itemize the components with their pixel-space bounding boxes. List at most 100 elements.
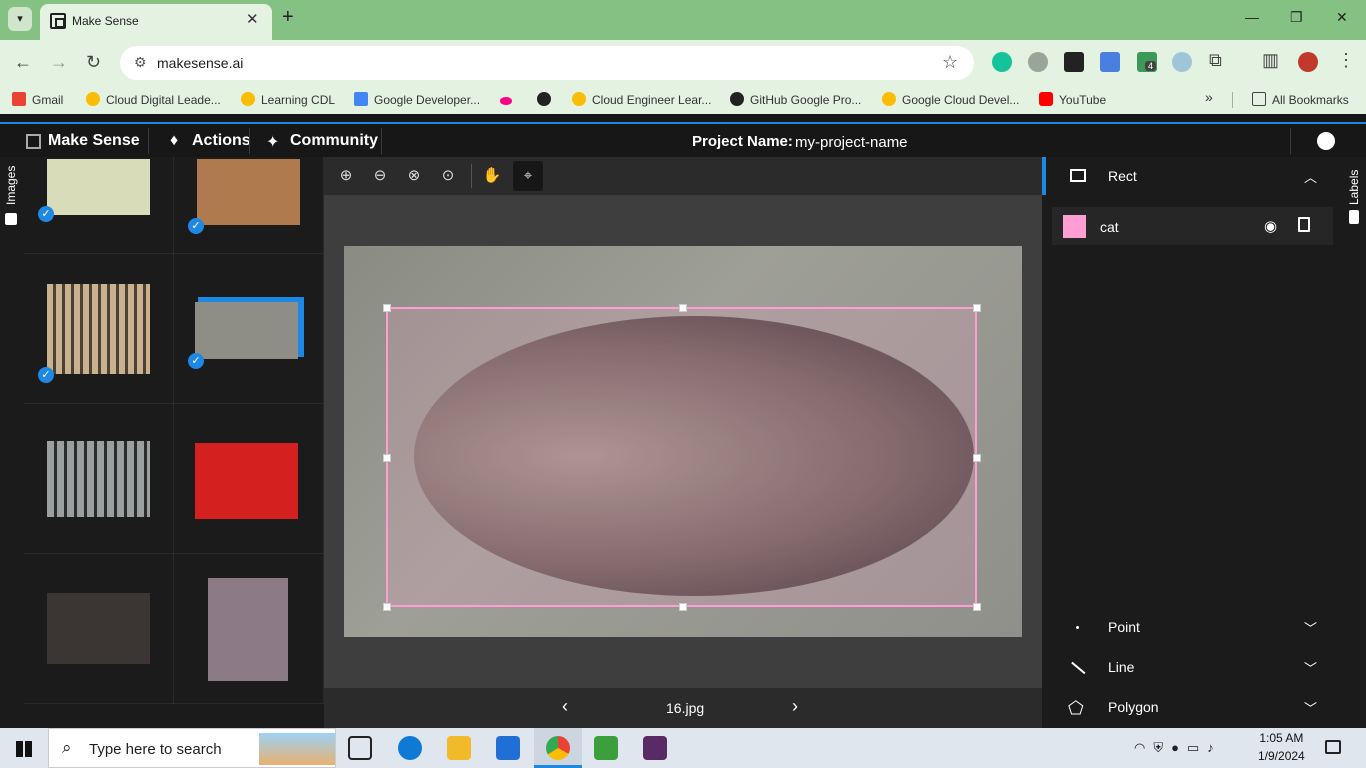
- resize-handle[interactable]: [973, 304, 981, 312]
- zoom-out-icon[interactable]: ⊖: [369, 165, 391, 187]
- bookmark-cloud-engineer[interactable]: Cloud Engineer Lear...: [572, 92, 711, 107]
- label-color-swatch[interactable]: [1063, 215, 1086, 238]
- chrome-menu-icon[interactable]: ⋮: [1337, 50, 1355, 71]
- editor-canvas[interactable]: [324, 195, 1042, 688]
- window-close-icon[interactable]: ✕: [1336, 9, 1348, 26]
- translate-extension-icon[interactable]: [1100, 52, 1120, 72]
- github-icon[interactable]: [1317, 132, 1335, 150]
- back-icon[interactable]: ←: [14, 52, 32, 73]
- extension-icon[interactable]: [1064, 52, 1084, 72]
- gallery-item[interactable]: [174, 404, 324, 554]
- new-tab-icon[interactable]: +: [282, 6, 294, 29]
- gallery-item[interactable]: [24, 554, 174, 704]
- system-tray-icons[interactable]: ◠⛨●▭♪: [1134, 740, 1222, 756]
- rect-section-header[interactable]: Rect ︿: [1042, 157, 1342, 197]
- zoom-in-icon[interactable]: ⊕: [335, 165, 357, 187]
- bookmark-globe[interactable]: [537, 92, 557, 107]
- resize-handle[interactable]: [973, 603, 981, 611]
- bounding-box-cat[interactable]: [383, 304, 981, 611]
- bookmark-github-google[interactable]: GitHub Google Pro...: [730, 92, 861, 107]
- tab-close-icon[interactable]: ✕: [246, 10, 259, 28]
- bookmark-cloud-digital-leader[interactable]: Cloud Digital Leade...: [86, 92, 221, 107]
- clock[interactable]: 1:05 AM 1/9/2024: [1258, 731, 1305, 763]
- gallery-item-selected[interactable]: ✓: [174, 254, 324, 404]
- actions-menu[interactable]: Actions: [192, 132, 251, 150]
- extension-icon[interactable]: [1172, 52, 1192, 72]
- delete-icon[interactable]: [1298, 217, 1310, 232]
- labels-panel: Rect ︿ cat ◉ Point ﹀ Line ﹀ ⬠ Polygon ﹀: [1042, 157, 1342, 728]
- community-menu[interactable]: Community: [290, 132, 378, 150]
- brand-title[interactable]: Make Sense: [48, 132, 140, 150]
- side-panel-icon[interactable]: ▥: [1262, 50, 1279, 71]
- resize-handle[interactable]: [383, 603, 391, 611]
- thumbnail-image: [47, 441, 150, 517]
- camera-icon: [5, 213, 17, 225]
- browser-tab-bar: ▾ Make Sense ✕ + — ❐ ✕: [0, 0, 1366, 40]
- bookmark-learning-cdl[interactable]: Learning CDL: [241, 92, 335, 107]
- browser-tab[interactable]: Make Sense ✕: [40, 4, 272, 40]
- bookmark-youtube[interactable]: YouTube: [1039, 92, 1106, 107]
- task-view-icon[interactable]: [348, 736, 372, 760]
- resize-handle[interactable]: [383, 304, 391, 312]
- bookmark-google-cloud-devel[interactable]: Google Cloud Devel...: [882, 92, 1019, 107]
- polygon-title: Polygon: [1108, 699, 1159, 715]
- address-bar[interactable]: ⚙ makesense.ai ☆: [120, 46, 974, 80]
- profile-avatar[interactable]: [1298, 52, 1318, 72]
- project-name-input[interactable]: my-project-name: [795, 134, 908, 151]
- chevron-up-icon[interactable]: ︿: [1304, 167, 1317, 186]
- crosshair-icon[interactable]: ⌖: [513, 161, 543, 191]
- makesense-favicon-icon: [50, 13, 66, 29]
- microsoft-store-icon[interactable]: [496, 736, 520, 760]
- extension-icon[interactable]: [1028, 52, 1048, 72]
- gallery-item[interactable]: [174, 554, 324, 704]
- gallery-item[interactable]: ✓: [24, 157, 174, 254]
- extensions-puzzle-icon[interactable]: ⧉: [1209, 50, 1222, 71]
- forward-icon[interactable]: →: [50, 52, 68, 73]
- gallery-item[interactable]: ✓: [24, 254, 174, 404]
- chevron-down-icon[interactable]: ﹀: [1304, 698, 1317, 717]
- next-image-icon[interactable]: ›: [792, 696, 798, 717]
- extension-icon[interactable]: 4: [1137, 52, 1157, 72]
- zoom-fit-icon[interactable]: ⊗: [403, 165, 425, 187]
- chevron-down-icon[interactable]: ﹀: [1304, 658, 1317, 677]
- file-explorer-icon[interactable]: [447, 736, 471, 760]
- grammarly-extension-icon[interactable]: [992, 52, 1012, 72]
- tab-search-dropdown[interactable]: ▾: [8, 7, 32, 31]
- point-section-header[interactable]: Point ﹀: [1042, 608, 1342, 648]
- app-icon[interactable]: [643, 736, 667, 760]
- resize-handle[interactable]: [679, 603, 687, 611]
- label-item[interactable]: cat ◉: [1052, 207, 1333, 245]
- resize-handle[interactable]: [383, 454, 391, 462]
- bookmark-flickr[interactable]: [500, 92, 518, 106]
- gallery-item[interactable]: [24, 404, 174, 554]
- restore-icon[interactable]: ❐: [1290, 9, 1303, 26]
- gallery-item[interactable]: ✓: [174, 157, 324, 254]
- chevron-down-icon[interactable]: ﹀: [1304, 618, 1317, 637]
- polygon-section-header[interactable]: ⬠ Polygon ﹀: [1042, 688, 1342, 728]
- site-settings-icon[interactable]: ⚙: [134, 54, 147, 71]
- chrome-taskbar-active[interactable]: [534, 728, 582, 768]
- bookmark-gmail[interactable]: Gmail: [12, 92, 63, 107]
- images-side-tab[interactable]: Images: [0, 157, 24, 728]
- eye-icon[interactable]: ◉: [1264, 217, 1277, 235]
- resize-handle[interactable]: [679, 304, 687, 312]
- resize-handle[interactable]: [973, 454, 981, 462]
- zoom-actual-size-icon[interactable]: ⊙: [437, 165, 459, 187]
- task-manager-icon[interactable]: [594, 736, 618, 760]
- previous-image-icon[interactable]: ‹: [562, 696, 568, 717]
- all-bookmarks[interactable]: All Bookmarks: [1252, 92, 1349, 107]
- taskbar-search[interactable]: ⌕ Type here to search: [48, 728, 336, 768]
- pan-hand-icon[interactable]: ✋: [481, 165, 503, 187]
- bookmark-star-icon[interactable]: ☆: [942, 52, 958, 73]
- windows-start-icon[interactable]: [16, 741, 32, 757]
- edge-icon[interactable]: [398, 736, 422, 760]
- label-name[interactable]: cat: [1100, 219, 1119, 235]
- minimize-icon[interactable]: —: [1245, 9, 1259, 25]
- more-bookmarks-icon[interactable]: »: [1205, 89, 1213, 105]
- reload-icon[interactable]: ↻: [86, 52, 101, 73]
- line-section-header[interactable]: Line ﹀: [1042, 648, 1342, 688]
- labels-side-tab[interactable]: Labels: [1342, 157, 1366, 728]
- notifications-icon[interactable]: [1325, 740, 1341, 754]
- bookmark-google-developer[interactable]: Google Developer...: [354, 92, 480, 107]
- bookmarks-bar: Gmail Cloud Digital Leade... Learning CD…: [0, 86, 1366, 114]
